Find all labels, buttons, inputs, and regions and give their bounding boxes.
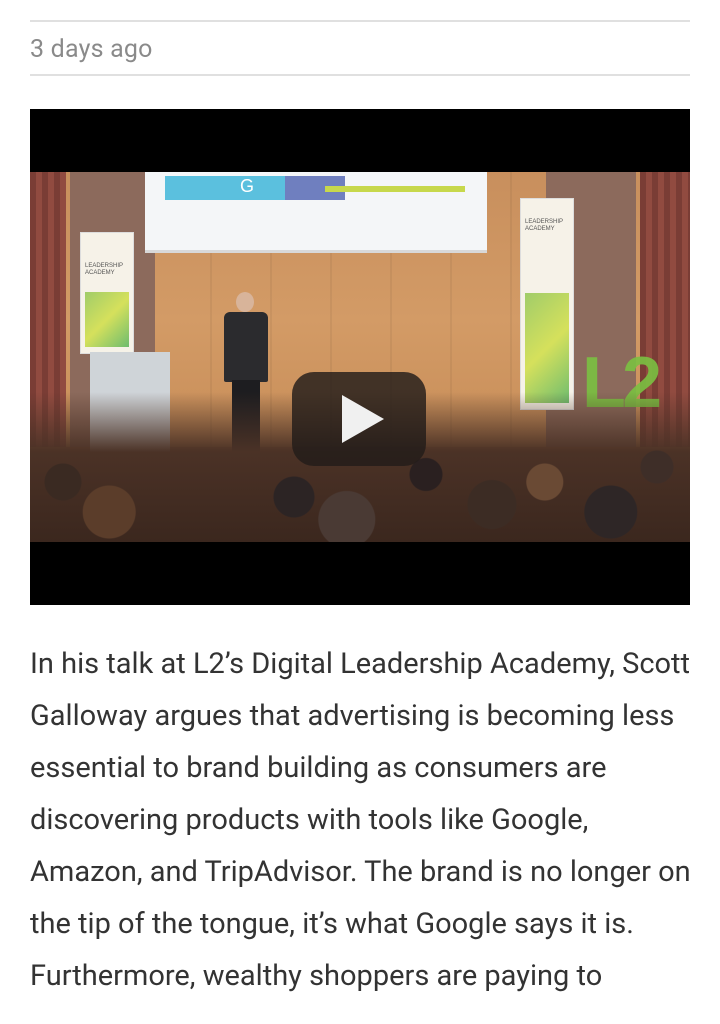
- screen-bar: [165, 176, 285, 200]
- play-icon: [342, 395, 384, 443]
- banner-label: LEADERSHIP ACADEMY: [525, 219, 563, 232]
- speaker-head: [236, 292, 254, 312]
- banner-stripe: [525, 293, 569, 403]
- bottom-divider: [30, 74, 690, 76]
- top-divider: [30, 20, 690, 22]
- banner-right: LEADERSHIP ACADEMY: [520, 198, 574, 410]
- play-button[interactable]: [292, 372, 426, 466]
- banner-stripe: [85, 292, 129, 347]
- video-player[interactable]: G LEADERSHIP ACADEMY LEADERSHIP ACADEMY …: [30, 109, 690, 605]
- video-thumbnail[interactable]: G LEADERSHIP ACADEMY LEADERSHIP ACADEMY …: [30, 172, 690, 542]
- presentation-screen: G: [145, 172, 487, 253]
- banner-left: LEADERSHIP ACADEMY: [80, 232, 134, 354]
- banner-label: LEADERSHIP ACADEMY: [85, 263, 123, 276]
- article-paragraph: In his talk at L2’s Digital Leadership A…: [30, 647, 691, 993]
- screen-bar: [325, 186, 465, 192]
- post-timestamp: 3 days ago: [30, 35, 153, 64]
- screen-letter: G: [240, 176, 255, 196]
- speaker-body: [224, 312, 268, 382]
